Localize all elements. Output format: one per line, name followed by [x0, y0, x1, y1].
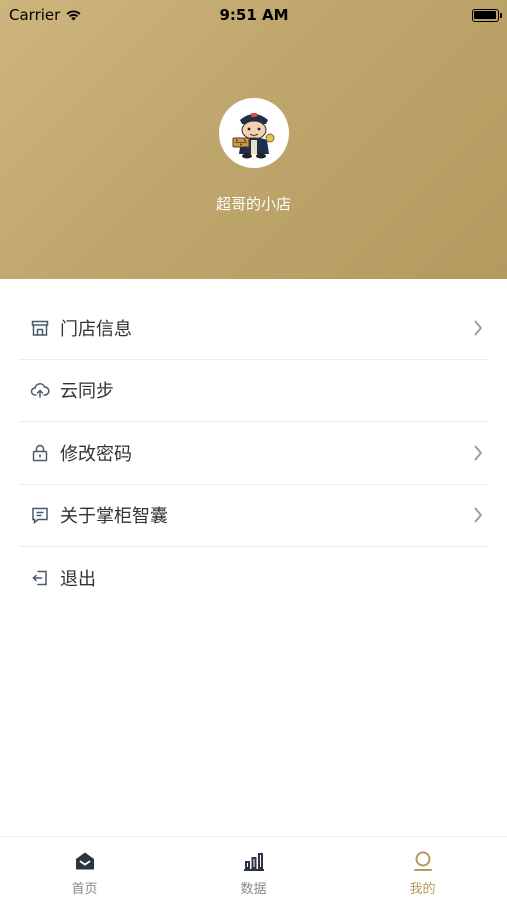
tab-label: 我的 [409, 882, 436, 897]
wifi-icon [66, 10, 81, 21]
menu-item-label: 云同步 [60, 381, 114, 403]
tab-label: 首页 [71, 882, 98, 897]
logout-icon [29, 567, 51, 589]
tab-profile[interactable]: 我的 [338, 837, 507, 900]
menu-item-label: 修改密码 [60, 443, 132, 465]
carrier-label: Carrier [9, 6, 61, 24]
shopkeeper-avatar-icon [232, 113, 275, 159]
menu-item-logout[interactable]: 退出 [19, 547, 488, 610]
menu-item-label: 退出 [60, 569, 96, 591]
status-time: 9:51 AM [219, 6, 289, 24]
profile-header: Carrier 9:51 AM 超哥的小店 [0, 0, 507, 279]
cloud-upload-icon [29, 379, 51, 401]
tab-bar: 首页 数据 我的 [0, 836, 507, 900]
menu-item-label: 门店信息 [60, 318, 132, 340]
message-icon [29, 504, 51, 526]
avatar[interactable] [219, 98, 289, 168]
menu-item-about[interactable]: 关于掌柜智囊 [19, 485, 488, 547]
menu-item-change-password[interactable]: 修改密码 [19, 422, 488, 485]
tab-home[interactable]: 首页 [0, 837, 169, 900]
chevron-right-icon [474, 320, 483, 336]
battery-icon [471, 8, 502, 22]
status-bar: Carrier 9:51 AM [0, 0, 507, 30]
settings-menu: 门店信息 云同步 修改密码 关于掌柜智囊 退出 [0, 297, 507, 610]
chevron-right-icon [474, 507, 483, 523]
store-name: 超哥的小店 [215, 195, 291, 213]
menu-item-store-info[interactable]: 门店信息 [19, 297, 488, 360]
chevron-right-icon [474, 445, 483, 461]
store-icon [29, 317, 51, 339]
lock-icon [29, 442, 51, 464]
menu-item-cloud-sync[interactable]: 云同步 [19, 360, 488, 422]
bar-chart-icon [243, 850, 265, 872]
tab-data[interactable]: 数据 [169, 837, 338, 900]
menu-item-label: 关于掌柜智囊 [60, 506, 168, 528]
tab-label: 数据 [240, 882, 267, 897]
profile-icon [412, 850, 434, 872]
home-icon [74, 850, 96, 872]
